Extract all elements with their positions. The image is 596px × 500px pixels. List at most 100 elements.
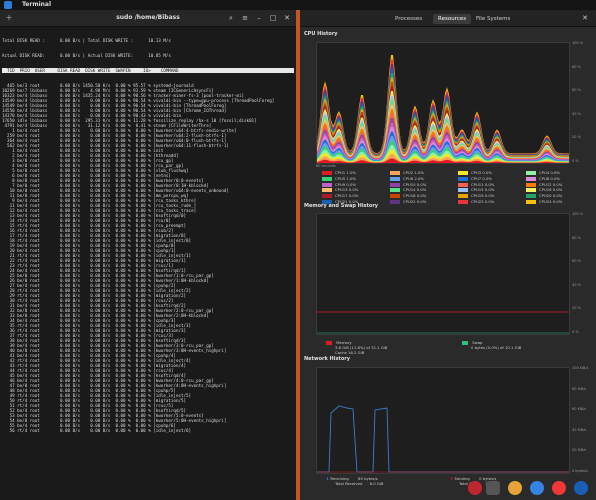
- swap-legend: Swap 0 bytes (0.0%) of 10.1 GiB: [462, 340, 521, 350]
- network-history-graph: [316, 367, 570, 474]
- cpu-legend-item: CPU2 1.0%: [390, 170, 424, 175]
- web-browser-icon[interactable]: [530, 481, 544, 495]
- cpu-legend-item: CPU23 0.0%: [458, 199, 494, 204]
- cpu-legend-label: CPU9 0.0%: [335, 181, 356, 187]
- cpu-legend-item: CPU3 0.0%: [458, 170, 492, 175]
- download-icon: ⬇: [326, 476, 330, 481]
- cpu-legend-item: CPU1 1.0%: [322, 170, 356, 175]
- cache-detail: Cache 16.2 GiB: [335, 350, 365, 355]
- y-tick-label: 40 %: [572, 111, 581, 116]
- cpu-legend-label: CPU10 0.0%: [403, 181, 427, 187]
- tab-processes[interactable]: Processes: [390, 14, 427, 24]
- y-tick-label: 20 KiB/s: [572, 448, 587, 452]
- cpu-legend-item: CPU22 0.0%: [390, 199, 426, 204]
- cpu-graph-svg: [317, 55, 569, 163]
- firefox-icon[interactable]: [508, 481, 522, 495]
- cpu-color-swatch: [458, 176, 468, 181]
- cpu-legend-label: CPU6 2.0%: [403, 175, 424, 181]
- terminal-header: ＋ sudo /home/Bibass ⌕ ≡ – □ ✕: [0, 10, 296, 27]
- cpu-x-label: 60 seconds: [316, 164, 336, 168]
- y-tick-label: 60 %: [572, 88, 581, 92]
- memory-graph-svg: [317, 311, 569, 334]
- cpu-legend-label: CPU4 0.0%: [539, 170, 560, 175]
- cpu-legend-item: CPU12 0.0%: [526, 182, 562, 187]
- cpu-color-swatch: [526, 176, 536, 181]
- cpu-legend-item: CPU24 0.0%: [526, 199, 562, 204]
- cpu-color-swatch: [458, 194, 468, 199]
- cpu-legend-item: CPU13 0.0%: [322, 187, 359, 193]
- cpu-legend-label: CPU11 0.0%: [471, 181, 495, 187]
- cpu-color-swatch: [458, 171, 468, 175]
- cpu-color-swatch: [390, 194, 400, 199]
- menu-icon[interactable]: ≡: [240, 13, 250, 23]
- cpu-legend-item: CPU16 0.0%: [526, 187, 563, 193]
- y-tick-label: 80 %: [572, 64, 581, 69]
- cpu-color-swatch: [526, 171, 536, 175]
- memory-swatch: [326, 341, 332, 345]
- vivaldi-icon[interactable]: [552, 481, 566, 495]
- terminal-output[interactable]: Total DISK READ : 0.00 B/s | Total DISK …: [2, 28, 294, 498]
- y-tick-label: 60 KiB/s: [572, 407, 587, 411]
- cpu-legend-item: CPU4 0.0%: [526, 170, 560, 175]
- close-icon[interactable]: ✕: [580, 13, 590, 23]
- terminal-window[interactable]: ＋ sudo /home/Bibass ⌕ ≡ – □ ✕ Total DISK…: [0, 10, 296, 500]
- cpu-color-swatch: [322, 188, 332, 193]
- total-received-label: Total Received: [335, 481, 363, 486]
- iotop-summary-2: Actual DISK READ: 0.00 B/s | Actual DISK…: [2, 53, 171, 58]
- cpu-color-swatch: [526, 194, 536, 199]
- cpu-legend-label: CPU8 0.0%: [539, 175, 560, 181]
- window-title: Terminal: [22, 1, 52, 8]
- tab-resources[interactable]: Resources: [433, 14, 472, 24]
- cpu-color-swatch: [322, 194, 332, 199]
- cpu-legend-label: CPU23 0.0%: [471, 199, 495, 204]
- cpu-legend-item: CPU14 0.0%: [390, 187, 427, 193]
- y-tick-label: 60 %: [572, 259, 581, 263]
- cpu-color-swatch: [458, 200, 468, 204]
- cpu-legend-item: CPU18 0.0%: [390, 193, 426, 199]
- maximize-icon[interactable]: □: [268, 13, 278, 23]
- swap-swatch: [462, 341, 468, 345]
- iotop-rows: 465 be/3 root 0.00 B/s 1450.50 K/s 0.00 …: [2, 83, 294, 433]
- taskbar-dock: [462, 478, 596, 500]
- close-icon[interactable]: ✕: [282, 13, 292, 23]
- cpu-legend-label: CPU19 0.0%: [471, 193, 495, 199]
- app-logo-icon: [4, 1, 12, 9]
- cpu-legend-label: CPU7 0.0%: [471, 175, 492, 181]
- cpu-legend-label: CPU16 0.0%: [539, 187, 563, 193]
- y-tick-label: 0 bytes/s: [572, 468, 588, 473]
- cpu-color-swatch: [390, 188, 400, 193]
- cpu-legend-item: CPU11 0.0%: [458, 182, 494, 187]
- cpu-legend-item: CPU20 0.0%: [526, 193, 562, 199]
- receiving-legend: ⬇ Receiving 85 bytes/s Total Received 8.…: [326, 476, 383, 486]
- cpu-legend-label: CPU13 0.0%: [335, 187, 359, 193]
- cpu-history-title: CPU History: [304, 31, 338, 37]
- network-history-title: Network History: [304, 356, 350, 362]
- tab-file-systems[interactable]: File Systems: [471, 14, 515, 24]
- cpu-color-swatch: [390, 171, 400, 175]
- cpu-legend-label: CPU3 0.0%: [471, 170, 492, 175]
- cpu-legend-label: CPU12 0.0%: [539, 181, 563, 187]
- network-recv-line: [317, 405, 569, 473]
- cpu-legend-item: CPU10 0.0%: [390, 182, 426, 187]
- monitor-header: Processes Resources File Systems ✕: [300, 10, 596, 27]
- minimize-icon[interactable]: –: [254, 13, 264, 23]
- y-tick-label: 0 %: [572, 158, 579, 163]
- cpu-legend-label: CPU15 0.0%: [471, 187, 495, 193]
- search-icon[interactable]: ⌕: [226, 13, 236, 23]
- upload-icon: ⬆: [450, 476, 454, 481]
- system-monitor-icon[interactable]: [486, 481, 500, 495]
- y-tick-label: 40 KiB/s: [572, 427, 587, 432]
- steam-icon[interactable]: [574, 481, 588, 495]
- cpu-color-swatch: [322, 171, 332, 175]
- y-tick-label: 20 %: [572, 306, 581, 310]
- cpu-color-swatch: [390, 182, 400, 187]
- cpu-color-swatch: [390, 200, 400, 204]
- cpu-legend-label: CPU14 0.0%: [403, 187, 427, 193]
- system-monitor-window[interactable]: Processes Resources File Systems ✕ CPU H…: [300, 10, 596, 500]
- y-tick-label: 0 %: [572, 329, 579, 334]
- redhat-icon[interactable]: [468, 481, 482, 495]
- cpu-legend-label: CPU2 1.0%: [403, 170, 424, 175]
- cpu-history-graph: [316, 42, 570, 164]
- cpu-color-swatch: [458, 188, 468, 193]
- cpu-legend-label: CPU17 0.0%: [335, 193, 359, 199]
